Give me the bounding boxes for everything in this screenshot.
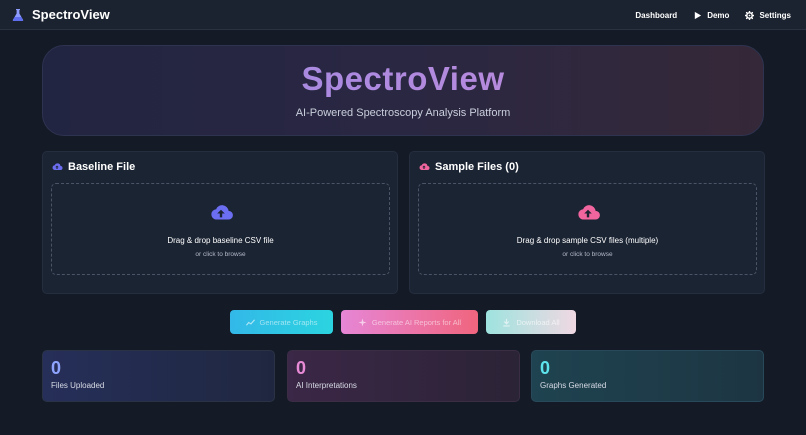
download-icon (503, 318, 510, 327)
sample-header: Sample Files (0) (418, 161, 519, 173)
stat-card-graphs: 0 Graphs Generated (531, 350, 764, 402)
baseline-drop-title: Drag & drop baseline CSV file (167, 236, 274, 245)
flask-icon (12, 8, 24, 21)
brand-name: SpectroView (32, 7, 110, 22)
nav-dashboard-label: Dashboard (635, 10, 678, 20)
hero-subtitle: AI-Powered Spectroscopy Analysis Platfor… (295, 107, 511, 119)
sample-dropzone[interactable]: Drag & drop sample CSV files (multiple) … (418, 183, 757, 275)
baseline-panel: Baseline File Drag & drop baseline CSV f… (42, 151, 398, 294)
stat-interpretations-label: AI Interpretations (296, 381, 357, 390)
sample-drop-title: Drag & drop sample CSV files (multiple) (516, 236, 659, 245)
baseline-header: Baseline File (51, 161, 135, 173)
sample-panel: Sample Files (0) Drag & drop sample CSV … (409, 151, 765, 294)
play-icon (695, 11, 702, 19)
download-all-label: Download All (516, 317, 560, 327)
stat-card-files: 0 Files Uploaded (42, 350, 275, 402)
nav-dashboard[interactable]: Dashboard (635, 11, 677, 20)
baseline-drop-hint: or click to browse (195, 251, 246, 258)
sample-drop-hint: or click to browse (562, 251, 613, 258)
chart-line-icon (245, 318, 255, 326)
stat-graphs-label: Graphs Generated (540, 381, 607, 390)
baseline-dropzone[interactable]: Drag & drop baseline CSV file or click t… (51, 183, 390, 275)
stat-files-label: Files Uploaded (51, 381, 105, 390)
brand[interactable]: SpectroView (11, 7, 110, 22)
cloud-upload-icon (52, 163, 63, 170)
stat-card-interpretations: 0 AI Interpretations (287, 350, 520, 402)
nav-demo[interactable]: Demo (693, 11, 729, 20)
cloud-upload-icon (210, 205, 233, 220)
generate-graphs-label: Generate Graphs (259, 317, 318, 327)
stat-graphs-value: 0 (540, 358, 551, 378)
nav-links: Dashboard Demo Settings (635, 0, 791, 30)
generate-reports-label: Generate AI Reports for All (371, 317, 462, 327)
hero-banner: SpectroView AI-Powered Spectroscopy Anal… (42, 45, 764, 136)
nav-settings-label: Settings (759, 10, 791, 20)
stat-interpretations-value: 0 (296, 358, 307, 378)
hero-title: SpectroView (43, 60, 763, 98)
baseline-title: Baseline File (68, 161, 136, 173)
nav-settings[interactable]: Settings (745, 10, 791, 20)
cloud-upload-icon (577, 205, 600, 220)
nav-demo-label: Demo (707, 10, 730, 20)
sparkle-icon (358, 317, 367, 327)
download-all-button[interactable]: Download All (486, 310, 576, 334)
sample-title: Sample Files (0) (435, 161, 519, 173)
gear-icon (745, 10, 755, 20)
generate-reports-button[interactable]: Generate AI Reports for All (341, 310, 478, 334)
generate-graphs-button[interactable]: Generate Graphs (230, 310, 333, 334)
stat-files-value: 0 (51, 358, 62, 378)
cloud-upload-icon (419, 163, 430, 170)
top-nav: SpectroView Dashboard Demo Settings (0, 0, 806, 30)
